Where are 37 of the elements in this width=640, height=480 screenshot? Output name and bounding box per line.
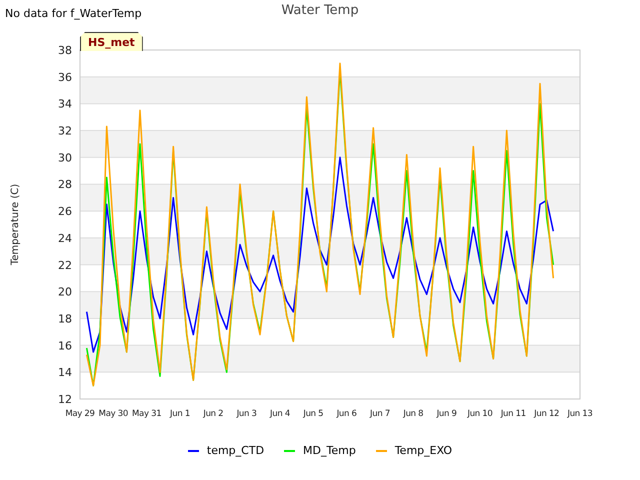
x-tick-label: May 30: [98, 409, 128, 419]
y-tick-label: 12: [58, 393, 72, 406]
x-tick-label: Jun 2: [203, 409, 224, 419]
y-axis-label: Temperature (C): [10, 184, 21, 266]
station-badge: HS_met: [80, 32, 143, 51]
x-tick-label: Jun 12: [534, 409, 560, 419]
x-tick-label: Jun 8: [403, 409, 424, 419]
x-tick-label: Jun 6: [336, 409, 357, 419]
x-tick-label: Jun 7: [370, 409, 390, 419]
x-tick-label: May 31: [132, 409, 162, 419]
x-tick-label: Jun 1: [170, 409, 190, 419]
chart-title: Water Temp: [281, 3, 359, 18]
y-tick-label: 14: [58, 366, 72, 380]
y-tick-label: 28: [58, 178, 72, 192]
y-tick-label: 38: [58, 44, 72, 57]
x-tick-label: Jun 9: [436, 409, 457, 419]
no-data-note: No data for f_WaterTemp: [4, 6, 143, 20]
legend-label: MD_Temp: [303, 444, 356, 457]
y-tick-label: 30: [58, 151, 72, 164]
y-tick-label: 24: [58, 232, 72, 245]
y-tick-label: 18: [58, 312, 72, 326]
x-tick-label: Jun 5: [303, 409, 324, 419]
legend-label: temp_CTD: [206, 444, 264, 457]
legend-label: Temp_EXO: [394, 444, 452, 457]
y-tick-label: 22: [58, 258, 72, 272]
x-tick-label: Jun 3: [236, 409, 257, 419]
x-tick-label: Jun 10: [468, 409, 492, 419]
x-tick-label: Jun 13: [568, 409, 592, 419]
y-tick-label: 36: [58, 70, 72, 84]
y-tick-label: 34: [58, 98, 72, 111]
x-tick-label: Jun 11: [500, 409, 526, 419]
y-tick-label: 20: [58, 286, 72, 299]
x-tick-label: May 29: [65, 409, 95, 419]
y-tick-label: 16: [58, 339, 72, 352]
y-tick-label: 32: [58, 124, 72, 138]
x-tick-label: Jun 4: [270, 409, 290, 419]
y-tick-label: 26: [58, 205, 72, 218]
